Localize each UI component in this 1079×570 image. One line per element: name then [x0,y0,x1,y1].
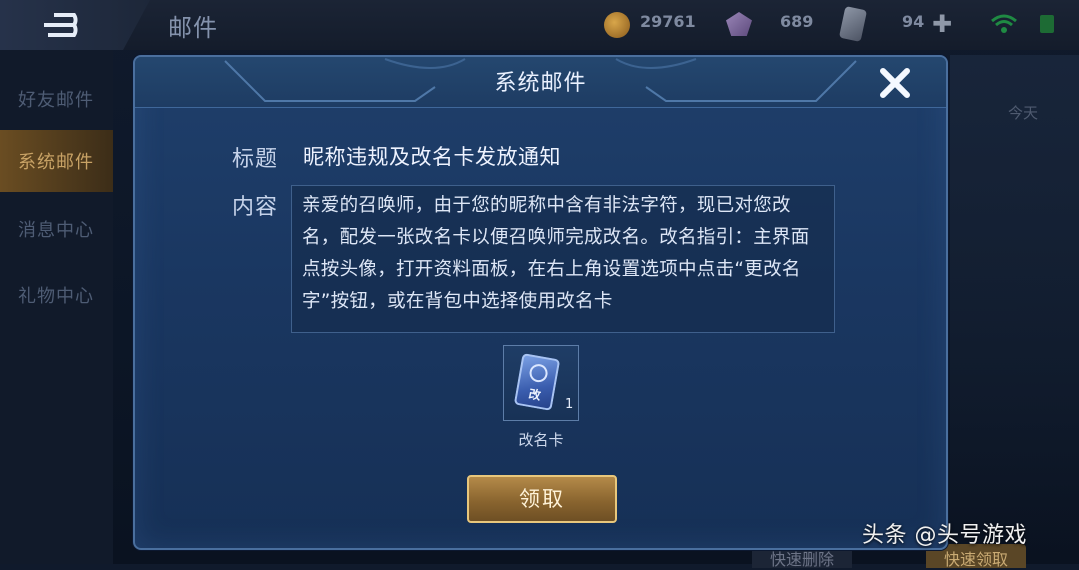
emblem-icon [528,362,549,384]
mail-list-panel [950,55,1079,555]
wifi-icon [991,14,1017,33]
rename-card-icon: 改 [513,353,561,411]
back-button[interactable] [0,0,150,50]
sidebar-item-message-center[interactable]: 消息中心 [0,198,113,260]
mail-content-box[interactable]: 亲爱的召唤师，由于您的昵称中含有非法字符，现已对您改名，配发一张改名卡以便召唤师… [291,185,835,333]
dialog-title: 系统邮件 [494,71,587,96]
attachment-quantity: 1 [565,397,574,412]
rename-card-glyph: 改 [527,386,542,403]
dialog-header: 系统邮件 [135,57,946,108]
back-arrow-icon [44,13,78,37]
subject-label: 标题 [232,147,279,172]
mail-content: 亲爱的召唤师，由于您的昵称中含有非法字符，现已对您改名，配发一张改名卡以便召唤师… [302,195,810,312]
mail-subject: 昵称违规及改名卡发放通知 [303,145,561,169]
battery-icon [1040,15,1054,33]
ticket-count: 94 [902,12,925,31]
close-icon[interactable] [877,65,913,101]
mail-date: 今天 [1008,104,1039,122]
ticket-icon [838,6,868,42]
top-bar: 邮件 29761 689 94 ✚ [0,0,1079,50]
add-ticket-button[interactable]: ✚ [932,10,952,38]
sidebar-item-friend-mail[interactable]: 好友邮件 [0,68,113,130]
mail-category-sidebar: 好友邮件 系统邮件 消息中心 礼物中心 [0,50,113,564]
attachment-name: 改名卡 [518,431,564,449]
gem-icon [726,12,752,36]
gem-count: 689 [780,12,814,31]
system-mail-dialog: 系统邮件 标题 昵称违规及改名卡发放通知 内容 亲爱的召唤师，由于您的昵称中含有… [133,55,948,550]
sidebar-item-gift-center[interactable]: 礼物中心 [0,264,113,326]
page-title: 邮件 [168,14,218,42]
watermark: 头条 @头号游戏 [862,523,1027,548]
claim-button[interactable]: 领取 [467,475,617,523]
sidebar-item-system-mail[interactable]: 系统邮件 [0,130,113,192]
coin-count: 29761 [640,12,696,31]
coin-icon [604,12,630,38]
content-label: 内容 [232,195,279,220]
